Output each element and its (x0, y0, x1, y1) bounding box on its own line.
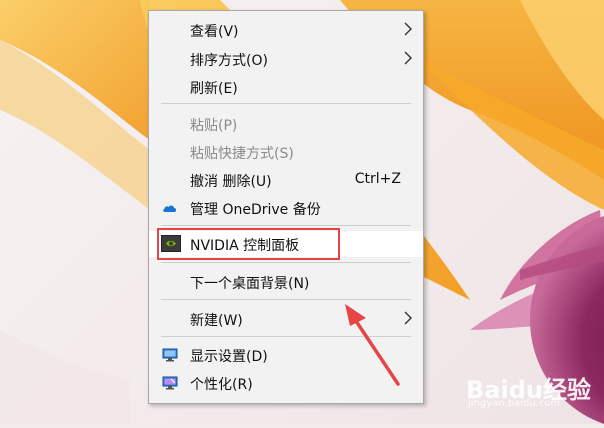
red-annotation-arrow (345, 304, 400, 386)
baidu-watermark: Baidu经验 jingyan.baidu.com (466, 370, 600, 414)
watermark-url: jingyan.baidu.com (468, 398, 561, 409)
